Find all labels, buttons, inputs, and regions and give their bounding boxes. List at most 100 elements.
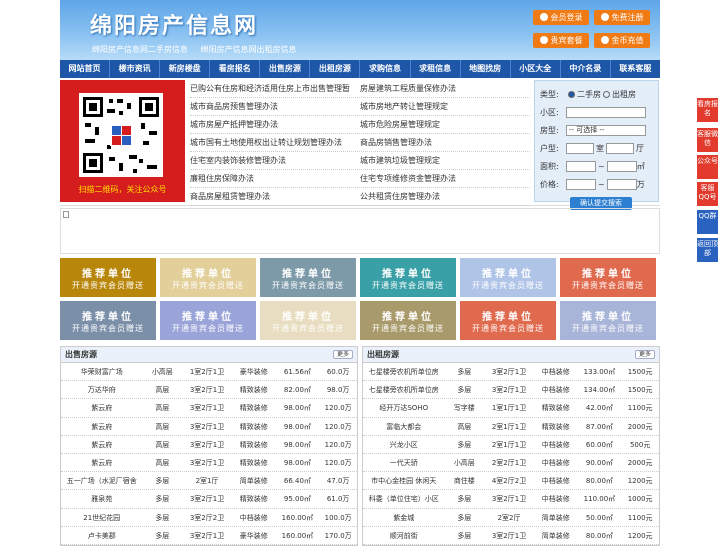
- area-min-input[interactable]: [566, 160, 596, 172]
- news-link[interactable]: 城市国有土地使用权出让转让规划管理办法: [190, 134, 360, 151]
- listing-row[interactable]: 紫金城 多层 2室2厅 简单装修 50.00㎡ 1100元: [363, 509, 659, 527]
- listing-cell[interactable]: 紫金城: [363, 509, 444, 526]
- area-max-input[interactable]: [606, 160, 637, 172]
- listing-cell[interactable]: 富临大都会: [363, 418, 444, 435]
- listing-row[interactable]: 一代天骄 小高层 2室2厅1卫 中档装修 90.00㎡ 2000元: [363, 454, 659, 473]
- nav-news[interactable]: 楼市资讯: [110, 60, 159, 78]
- promo-cell[interactable]: 推荐单位 开通贵宾会员赠送: [260, 301, 356, 340]
- listing-cell[interactable]: 21世纪花园: [61, 509, 142, 526]
- nav-contact[interactable]: 联系客服: [611, 60, 660, 78]
- site-logo[interactable]: 绵阳房产信息网: [90, 8, 258, 40]
- vip-package-button[interactable]: 贵宾套餐: [533, 33, 589, 48]
- listing-row[interactable]: 卢卡美郡 多层 3室2厅1卫 豪华装修 160.00㎡ 170.0万: [61, 527, 357, 545]
- listing-cell[interactable]: 市中心金桂园 休闲天: [363, 472, 444, 489]
- promo-cell[interactable]: 推荐单位 开通贵宾会员赠送: [360, 301, 456, 340]
- nav-communities[interactable]: 小区大全: [511, 60, 560, 78]
- nav-agents[interactable]: 中介名录: [561, 60, 610, 78]
- nav-viewing-signup[interactable]: 看房报名: [210, 60, 259, 78]
- listing-cell[interactable]: 一代天骄: [363, 454, 444, 471]
- promo-cell[interactable]: 推荐单位 开通贵宾会员赠送: [360, 258, 456, 297]
- news-link[interactable]: 住宅室内装饰装修管理办法: [190, 152, 360, 169]
- listing-cell[interactable]: 兴龙小区: [363, 436, 444, 453]
- news-link[interactable]: 商品房销售管理办法: [360, 134, 530, 151]
- nav-new-homes[interactable]: 新房楼盘: [160, 60, 209, 78]
- promo-cell[interactable]: 推荐单位 开通贵宾会员赠送: [560, 258, 656, 297]
- nav-wanted-rent[interactable]: 求租信息: [411, 60, 460, 78]
- price-min-input[interactable]: [566, 178, 596, 190]
- promo-cell[interactable]: 推荐单位 开通贵宾会员赠送: [560, 301, 656, 340]
- sublink-chuzu[interactable]: 绵阳房产信息网出租房信息: [201, 45, 297, 54]
- price-max-input[interactable]: [606, 178, 637, 190]
- sale-more-button[interactable]: 更多: [333, 350, 353, 359]
- listing-row[interactable]: 21世纪花园 多层 3室2厅2卫 中档装修 160.00㎡ 100.0万: [61, 509, 357, 527]
- listing-cell[interactable]: 紫云府: [61, 399, 142, 416]
- listing-cell[interactable]: 紫云府: [61, 418, 142, 435]
- news-link[interactable]: 已购公有住房和经济适用住房上市出售管理暂: [190, 80, 360, 97]
- promo-cell[interactable]: 推荐单位 开通贵宾会员赠送: [460, 301, 556, 340]
- listing-row[interactable]: 紫云府 高层 3室2厅1卫 精致装修 98.00㎡ 120.0万: [61, 399, 357, 418]
- radio-ershou[interactable]: [568, 90, 575, 98]
- nav-map[interactable]: 地图找房: [461, 60, 510, 78]
- room-select[interactable]: [566, 142, 594, 154]
- side-button[interactable]: 公众号: [697, 155, 718, 179]
- promo-cell[interactable]: 推荐单位 开通贵宾会员赠送: [460, 258, 556, 297]
- listing-cell[interactable]: 科委（单位住宅）小区: [363, 490, 444, 507]
- listing-cell[interactable]: 华荣财富广场: [61, 363, 142, 380]
- news-link[interactable]: 城市危险房屋管理规定: [360, 116, 530, 133]
- promo-cell[interactable]: 推荐单位 开通贵宾会员赠送: [260, 258, 356, 297]
- nav-home[interactable]: 网站首页: [60, 60, 109, 78]
- listing-cell[interactable]: 卢卡美郡: [61, 527, 142, 544]
- news-link[interactable]: 公共租赁住房管理办法: [360, 188, 530, 205]
- listing-cell[interactable]: 顺河前街: [363, 527, 444, 544]
- listing-row[interactable]: 万达华府 高层 3室2厅1卫 精致装修 82.00㎡ 98.0万: [61, 381, 357, 400]
- ptype-select[interactable]: -- 可选择 --: [566, 124, 646, 136]
- nav-sale[interactable]: 出售房源: [260, 60, 309, 78]
- side-button[interactable]: 看房报名: [697, 98, 718, 122]
- listing-row[interactable]: 兴龙小区 多层 2室1厅1卫 中档装修 60.00㎡ 500元: [363, 436, 659, 454]
- news-link[interactable]: 商品房屋租赁管理办法: [190, 188, 360, 205]
- listing-row[interactable]: 富临大都会 高层 2室1厅1卫 精致装修 87.00㎡ 2000元: [363, 418, 659, 436]
- news-link[interactable]: 城市房地产转让管理规定: [360, 98, 530, 115]
- sublink-ershou[interactable]: 绵阳房产信息网二手房信息: [92, 45, 188, 54]
- listing-cell[interactable]: 七星楼旁农机所单位房: [363, 363, 444, 380]
- side-button[interactable]: 客服微信: [697, 128, 718, 152]
- register-button[interactable]: 免费注册: [594, 10, 650, 25]
- listing-row[interactable]: 华荣财富广场 小高层 1室2厅1卫 豪华装修 61.56㎡ 60.0万: [61, 363, 357, 382]
- listing-cell[interactable]: 万达华府: [61, 381, 142, 398]
- recharge-button[interactable]: 金币充值: [594, 33, 650, 48]
- listing-cell[interactable]: 紫云府: [61, 454, 142, 471]
- side-button[interactable]: QQ群: [697, 210, 718, 234]
- listing-row[interactable]: 紫云府 高层 3室2厅1卫 精致装修 98.00㎡ 120.0万: [61, 436, 357, 454]
- listing-row[interactable]: 紫云府 高层 3室2厅1卫 精致装修 98.00㎡ 120.0万: [61, 418, 357, 436]
- listing-row[interactable]: 市中心金桂园 休闲天 商住楼 4室2厅2卫 中档装修 80.00㎡ 1200元: [363, 472, 659, 491]
- listing-row[interactable]: 七星楼旁农机所单位房 多层 3室2厅1卫 中档装修 133.00㎡ 1500元: [363, 363, 659, 382]
- news-link[interactable]: 城市商品房预售管理办法: [190, 98, 360, 115]
- listing-row[interactable]: 科委（单位住宅）小区 多层 3室2厅1卫 中档装修 110.00㎡ 1000元: [363, 490, 659, 509]
- listing-row[interactable]: 雅泉苑 多层 3室2厅1卫 精致装修 95.00㎡ 61.0万: [61, 490, 357, 509]
- radio-chuzu[interactable]: [603, 90, 610, 98]
- news-link[interactable]: 城市房屋产抵押管理办法: [190, 116, 360, 133]
- login-button[interactable]: 会员登录: [533, 10, 589, 25]
- listing-cell[interactable]: 五一广场（水泥厂宿舍: [61, 472, 142, 489]
- listing-cell[interactable]: 雅泉苑: [61, 490, 142, 507]
- listing-cell[interactable]: 紫云府: [61, 436, 142, 453]
- listing-row[interactable]: 经开万达SOHO 写字楼 1室1厅1卫 精致装修 42.00㎡ 1100元: [363, 399, 659, 418]
- news-link[interactable]: 住宅专项维修资金管理办法: [360, 170, 530, 187]
- promo-cell[interactable]: 推荐单位 开通贵宾会员赠送: [60, 301, 156, 340]
- promo-cell[interactable]: 推荐单位 开通贵宾会员赠送: [160, 301, 256, 340]
- side-button[interactable]: 返回顶部: [697, 238, 718, 262]
- rent-more-button[interactable]: 更多: [635, 350, 655, 359]
- news-link[interactable]: 城市建筑垃圾管理规定: [360, 152, 530, 169]
- listing-row[interactable]: 七星楼旁农机所单位房 多层 3室2厅1卫 中档装修 134.00㎡ 1500元: [363, 381, 659, 400]
- news-link[interactable]: 廉租住房保障办法: [190, 170, 360, 187]
- listing-row[interactable]: 紫云府 高层 3室2厅1卫 精致装修 98.00㎡ 120.0万: [61, 454, 357, 473]
- promo-cell[interactable]: 推荐单位 开通贵宾会员赠送: [160, 258, 256, 297]
- listing-row[interactable]: 五一广场（水泥厂宿舍 多层 2室1厅 简单装修 66.40㎡ 47.0万: [61, 472, 357, 491]
- listing-cell[interactable]: 七星楼旁农机所单位房: [363, 381, 444, 398]
- promo-cell[interactable]: 推荐单位 开通贵宾会员赠送: [60, 258, 156, 297]
- hall-select[interactable]: [606, 142, 634, 154]
- nav-rent[interactable]: 出租房源: [310, 60, 359, 78]
- community-input[interactable]: [566, 106, 646, 118]
- listing-row[interactable]: 顺河前街 多层 3室2厅1卫 简单装修 80.00㎡ 1200元: [363, 527, 659, 545]
- news-link[interactable]: 房屋建筑工程质量保修办法: [360, 80, 530, 97]
